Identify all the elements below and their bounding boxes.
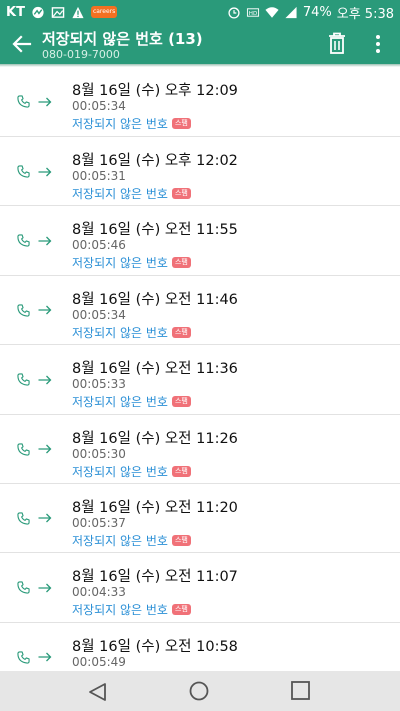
hd-voice-icon: HD xyxy=(246,7,259,16)
outgoing-arrow-icon xyxy=(38,444,52,454)
spam-badge: 스팸 xyxy=(171,257,191,269)
call-label-group: 저장되지 않은 번호 스팸 xyxy=(72,254,191,271)
outgoing-arrow-icon xyxy=(38,583,52,593)
battery-label: 74% xyxy=(302,4,332,20)
call-label-group: 저장되지 않은 번호 스팸 xyxy=(72,393,191,410)
call-list-item[interactable]: 8월 16일 (수) 오전 11:55 00:05:46 저장되지 않은 번호 … xyxy=(0,206,400,276)
page-title: 저장되지 않은 번호 (13) xyxy=(42,30,203,48)
app-bar: 저장되지 않은 번호 (13) 080-019-7000 xyxy=(0,24,400,64)
call-date: 8월 16일 (수) 오전 11:36 xyxy=(72,361,238,378)
spam-badge: 스팸 xyxy=(171,396,191,408)
spam-badge: 스팸 xyxy=(171,188,191,199)
call-list-item[interactable]: 8월 16일 (수) 오후 12:09 00:05:34 저장되지 않은 번호 … xyxy=(0,67,400,137)
call-list-item[interactable]: 8월 16일 (수) 오전 11:07 00:04:33 저장되지 않은 번호 … xyxy=(0,553,400,623)
call-duration: 00:05:33 xyxy=(72,377,126,392)
nav-home-icon[interactable] xyxy=(189,681,209,701)
call-list-item[interactable]: 8월 16일 (수) 오전 11:46 00:05:34 저장되지 않은 번호 … xyxy=(0,276,400,346)
phone-icon xyxy=(17,373,30,386)
call-list-item[interactable]: 8월 16일 (수) 오전 11:36 00:05:33 저장되지 않은 번호 … xyxy=(0,345,400,415)
call-date: 8월 16일 (수) 오전 11:46 xyxy=(72,291,238,308)
call-label-group: 저장되지 않은 번호 스팸 xyxy=(72,324,191,341)
call-duration: 00:05:49 xyxy=(72,654,126,669)
phone-icon xyxy=(17,234,30,248)
phone-icon xyxy=(17,442,30,456)
more-vertical-icon[interactable] xyxy=(374,33,382,55)
outgoing-arrow-icon xyxy=(38,97,52,106)
outgoing-arrow-icon xyxy=(38,513,52,523)
contact-status-label: 저장되지 않은 번호 xyxy=(72,256,168,271)
call-duration: 00:04:33 xyxy=(72,585,126,600)
call-date: 8월 16일 (수) 오전 11:55 xyxy=(72,222,238,239)
call-label-group: 저장되지 않은 번호 스팸 xyxy=(72,115,191,132)
call-label-group: 저장되지 않은 번호 스팸 xyxy=(72,532,191,549)
contact-status-label: 저장되지 않은 번호 xyxy=(72,464,168,479)
phone-icon xyxy=(17,651,30,664)
call-list-item[interactable]: 8월 16일 (수) 오후 12:02 00:05:31 저장되지 않은 번호 … xyxy=(0,137,400,207)
call-date: 8월 16일 (수) 오후 12:09 xyxy=(72,83,238,99)
wifi-icon xyxy=(265,6,279,18)
phone-icon xyxy=(17,165,30,178)
contact-status-label: 저장되지 않은 번호 xyxy=(72,117,168,131)
app-badge-icon: careers xyxy=(90,6,118,18)
signal-icon xyxy=(285,6,297,18)
call-duration: 00:05:31 xyxy=(72,169,126,183)
call-duration: 00:05:30 xyxy=(72,446,126,461)
phone-icon xyxy=(17,95,30,108)
call-date: 8월 16일 (수) 오후 12:02 xyxy=(72,153,238,169)
svg-text:HD: HD xyxy=(249,10,257,16)
phone-icon xyxy=(17,512,30,525)
call-label-group: 저장되지 않은 번호 스팸 xyxy=(72,601,191,618)
nav-recents-icon[interactable] xyxy=(291,681,310,700)
phone-icon xyxy=(17,581,30,594)
status-bar: KT careers HD 74% 오후 5:38 xyxy=(0,0,400,24)
contact-status-label: 저장되지 않은 번호 xyxy=(72,395,168,410)
spam-badge: 스팸 xyxy=(171,534,191,546)
spam-badge: 스팸 xyxy=(171,604,191,616)
contact-status-label: 저장되지 않은 번호 xyxy=(72,533,168,548)
contact-status-label: 저장되지 않은 번호 xyxy=(72,325,168,340)
call-date: 8월 16일 (수) 오전 10:58 xyxy=(72,638,238,655)
outgoing-arrow-icon xyxy=(38,652,52,662)
call-label-group: 저장되지 않은 번호 스팸 xyxy=(72,185,191,202)
arrow-left-icon[interactable] xyxy=(12,34,32,54)
outgoing-arrow-icon xyxy=(38,236,52,246)
call-duration: 00:05:34 xyxy=(72,307,126,322)
nav-back-icon[interactable] xyxy=(88,682,108,702)
spam-badge: 스팸 xyxy=(171,465,191,477)
spam-badge: 스팸 xyxy=(171,118,191,129)
phone-number: 080-019-7000 xyxy=(42,48,120,61)
outgoing-arrow-icon xyxy=(38,305,52,315)
app-notification-icon xyxy=(32,6,44,18)
call-duration: 00:05:34 xyxy=(72,99,126,113)
outgoing-arrow-icon xyxy=(38,167,52,176)
outgoing-arrow-icon xyxy=(38,375,52,385)
call-label-group: 저장되지 않은 번호 스팸 xyxy=(72,463,191,480)
call-list-item[interactable]: 8월 16일 (수) 오전 11:20 00:05:37 저장되지 않은 번호 … xyxy=(0,484,400,554)
clock-label: 오후 5:38 xyxy=(336,6,394,22)
contact-status-label: 저장되지 않은 번호 xyxy=(72,187,168,201)
call-history-list[interactable]: 8월 16일 (수) 오후 12:09 00:05:34 저장되지 않은 번호 … xyxy=(0,67,400,671)
contact-status-label: 저장되지 않은 번호 xyxy=(72,603,168,618)
call-date: 8월 16일 (수) 오전 11:26 xyxy=(72,430,238,447)
alarm-icon xyxy=(228,6,240,19)
call-list-item[interactable]: 8월 16일 (수) 오전 11:26 00:05:30 저장되지 않은 번호 … xyxy=(0,415,400,484)
call-duration: 00:05:37 xyxy=(72,515,126,530)
call-date: 8월 16일 (수) 오전 11:20 xyxy=(72,499,238,516)
image-notification-icon xyxy=(51,6,65,18)
phone-icon xyxy=(17,304,30,317)
warning-icon xyxy=(72,6,84,18)
call-list-item[interactable]: 8월 16일 (수) 오전 10:58 00:05:49 저장되지 않은 번호 … xyxy=(0,623,400,671)
call-date: 8월 16일 (수) 오전 11:07 xyxy=(72,569,238,586)
call-duration: 00:05:46 xyxy=(72,238,126,253)
carrier-label: KT xyxy=(6,4,25,20)
spam-badge: 스팸 xyxy=(171,326,191,338)
system-nav-bar xyxy=(0,671,400,711)
trash-icon[interactable] xyxy=(328,32,346,54)
